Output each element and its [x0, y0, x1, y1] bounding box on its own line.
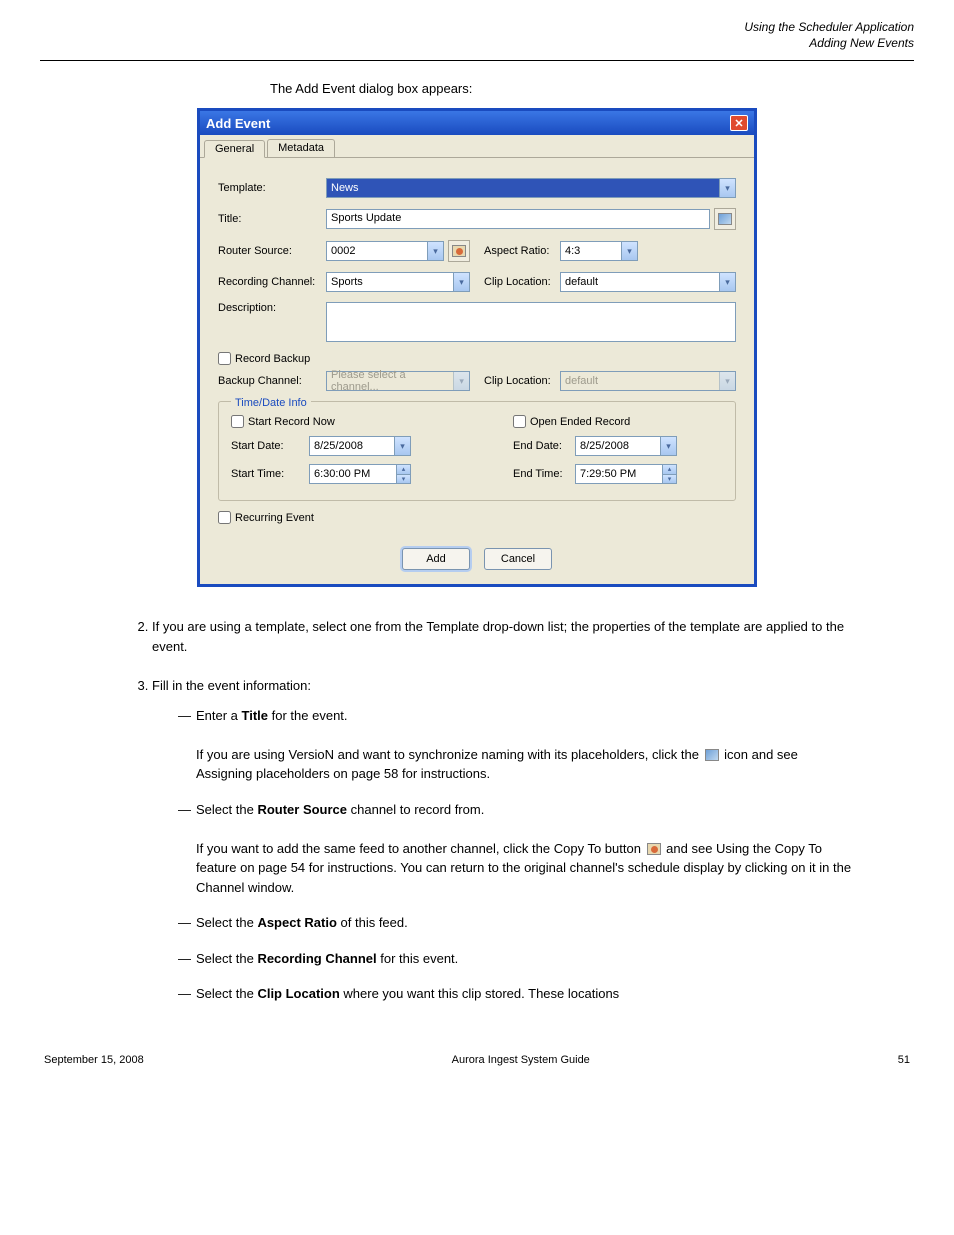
dialog-titlebar: Add Event ✕ — [200, 111, 754, 135]
copy-to-button[interactable] — [448, 240, 470, 262]
start-date-input[interactable]: 8/25/2008 ▾ — [309, 436, 411, 456]
clip-location-combo[interactable]: default ▾ — [560, 272, 736, 292]
version-icon — [705, 749, 719, 761]
tab-metadata[interactable]: Metadata — [267, 139, 335, 157]
clip-location-value: default — [565, 276, 598, 288]
start-time-input[interactable]: 6:30:00 PM ▴▾ — [309, 464, 411, 484]
footer-page: 51 — [898, 1054, 910, 1066]
template-value: News — [331, 182, 359, 194]
open-ended-label: Open Ended Record — [530, 416, 630, 428]
chevron-down-icon: ▾ — [453, 372, 469, 390]
backup-channel-label: Backup Channel: — [218, 375, 326, 387]
start-date-label: Start Date: — [231, 440, 309, 452]
recurring-event-label: Recurring Event — [235, 512, 314, 524]
end-time-input[interactable]: 7:29:50 PM ▴▾ — [575, 464, 677, 484]
clip-location2-label: Clip Location: — [484, 375, 560, 387]
footer-title: Aurora Ingest System Guide — [452, 1054, 590, 1066]
dialog-title: Add Event — [206, 116, 270, 131]
add-event-dialog: Add Event ✕ General Metadata Template: N… — [197, 108, 757, 587]
chevron-down-icon[interactable]: ▾ — [719, 273, 735, 291]
clip-location2-value: default — [565, 375, 598, 387]
aspect-ratio-combo[interactable]: 4:3 ▾ — [560, 241, 638, 261]
page-header-section: Adding New Events — [40, 36, 914, 50]
end-date-label: End Date: — [513, 440, 575, 452]
backup-channel-value: Please select a channel... — [331, 369, 453, 393]
chevron-down-icon[interactable]: ▾ — [453, 273, 469, 291]
recording-channel-value: Sports — [331, 276, 363, 288]
dialog-body: Template: News ▾ Title: Sports Update Ro… — [200, 158, 754, 538]
substep-aspect: Select the Aspect Ratio of this feed. — [178, 913, 854, 933]
end-time-value: 7:29:50 PM — [580, 468, 636, 480]
chevron-down-icon[interactable]: ▾ — [719, 179, 735, 197]
clip-location-label: Clip Location: — [484, 276, 560, 288]
end-time-label: End Time: — [513, 468, 575, 480]
tab-general[interactable]: General — [204, 140, 265, 158]
description-label: Description: — [218, 302, 326, 314]
dialog-intro-text: The Add Event dialog box appears: — [270, 81, 914, 96]
page-footer: September 15, 2008 Aurora Ingest System … — [40, 1054, 914, 1066]
header-rule — [40, 60, 914, 61]
version-icon — [718, 213, 732, 225]
substep-title: Enter a Title for the event. If you are … — [178, 706, 854, 784]
recording-channel-combo[interactable]: Sports ▾ — [326, 272, 470, 292]
title-label: Title: — [218, 213, 326, 225]
start-date-value: 8/25/2008 — [314, 440, 363, 452]
backup-channel-combo: Please select a channel... ▾ — [326, 371, 470, 391]
aspect-ratio-value: 4:3 — [565, 245, 580, 257]
record-backup-label: Record Backup — [235, 353, 310, 365]
instruction-text: If you are using a template, select one … — [130, 617, 854, 1004]
page-header-right: Using the Scheduler Application — [40, 20, 914, 34]
copy-icon — [647, 843, 661, 855]
start-time-value: 6:30:00 PM — [314, 468, 370, 480]
record-backup-checkbox[interactable] — [218, 352, 231, 365]
title-value: Sports Update — [331, 212, 401, 224]
recurring-event-checkbox[interactable] — [218, 511, 231, 524]
close-button[interactable]: ✕ — [730, 115, 748, 131]
time-date-legend: Time/Date Info — [231, 397, 311, 409]
chevron-down-icon[interactable]: ▾ — [427, 242, 443, 260]
cancel-button[interactable]: Cancel — [484, 548, 552, 570]
dialog-button-row: Add Cancel — [200, 538, 754, 584]
substep-router: Select the Router Source channel to reco… — [178, 800, 854, 898]
title-field[interactable]: Sports Update — [326, 209, 710, 229]
tab-strip: General Metadata — [200, 135, 754, 158]
aspect-ratio-label: Aspect Ratio: — [484, 245, 560, 257]
step-3: Fill in the event information: Enter a T… — [152, 676, 854, 1004]
substep-channel: Select the Recording Channel for this ev… — [178, 949, 854, 969]
start-time-label: Start Time: — [231, 468, 309, 480]
substep-clip-location: Select the Clip Location where you want … — [178, 984, 854, 1004]
end-date-input[interactable]: 8/25/2008 ▾ — [575, 436, 677, 456]
chevron-down-icon[interactable]: ▾ — [394, 437, 410, 455]
template-combo[interactable]: News ▾ — [326, 178, 736, 198]
spinner-icon[interactable]: ▴▾ — [662, 465, 676, 483]
start-record-now-checkbox[interactable] — [231, 415, 244, 428]
clip-location2-combo: default ▾ — [560, 371, 736, 391]
chevron-down-icon[interactable]: ▾ — [660, 437, 676, 455]
router-source-combo[interactable]: 0002 ▾ — [326, 241, 444, 261]
chevron-down-icon[interactable]: ▾ — [621, 242, 637, 260]
add-button[interactable]: Add — [402, 548, 470, 570]
router-source-value: 0002 — [331, 245, 355, 257]
chevron-down-icon: ▾ — [719, 372, 735, 390]
open-ended-checkbox[interactable] — [513, 415, 526, 428]
time-date-fieldset: Time/Date Info Start Record Now Open End… — [218, 401, 736, 501]
router-source-label: Router Source: — [218, 245, 326, 257]
copy-icon — [452, 245, 466, 257]
template-label: Template: — [218, 182, 326, 194]
description-field[interactable] — [326, 302, 736, 342]
start-record-now-label: Start Record Now — [248, 416, 335, 428]
footer-date: September 15, 2008 — [44, 1054, 144, 1066]
recording-channel-label: Recording Channel: — [218, 276, 326, 288]
end-date-value: 8/25/2008 — [580, 440, 629, 452]
version-sync-button[interactable] — [714, 208, 736, 230]
step-2: If you are using a template, select one … — [152, 617, 854, 656]
spinner-icon[interactable]: ▴▾ — [396, 465, 410, 483]
